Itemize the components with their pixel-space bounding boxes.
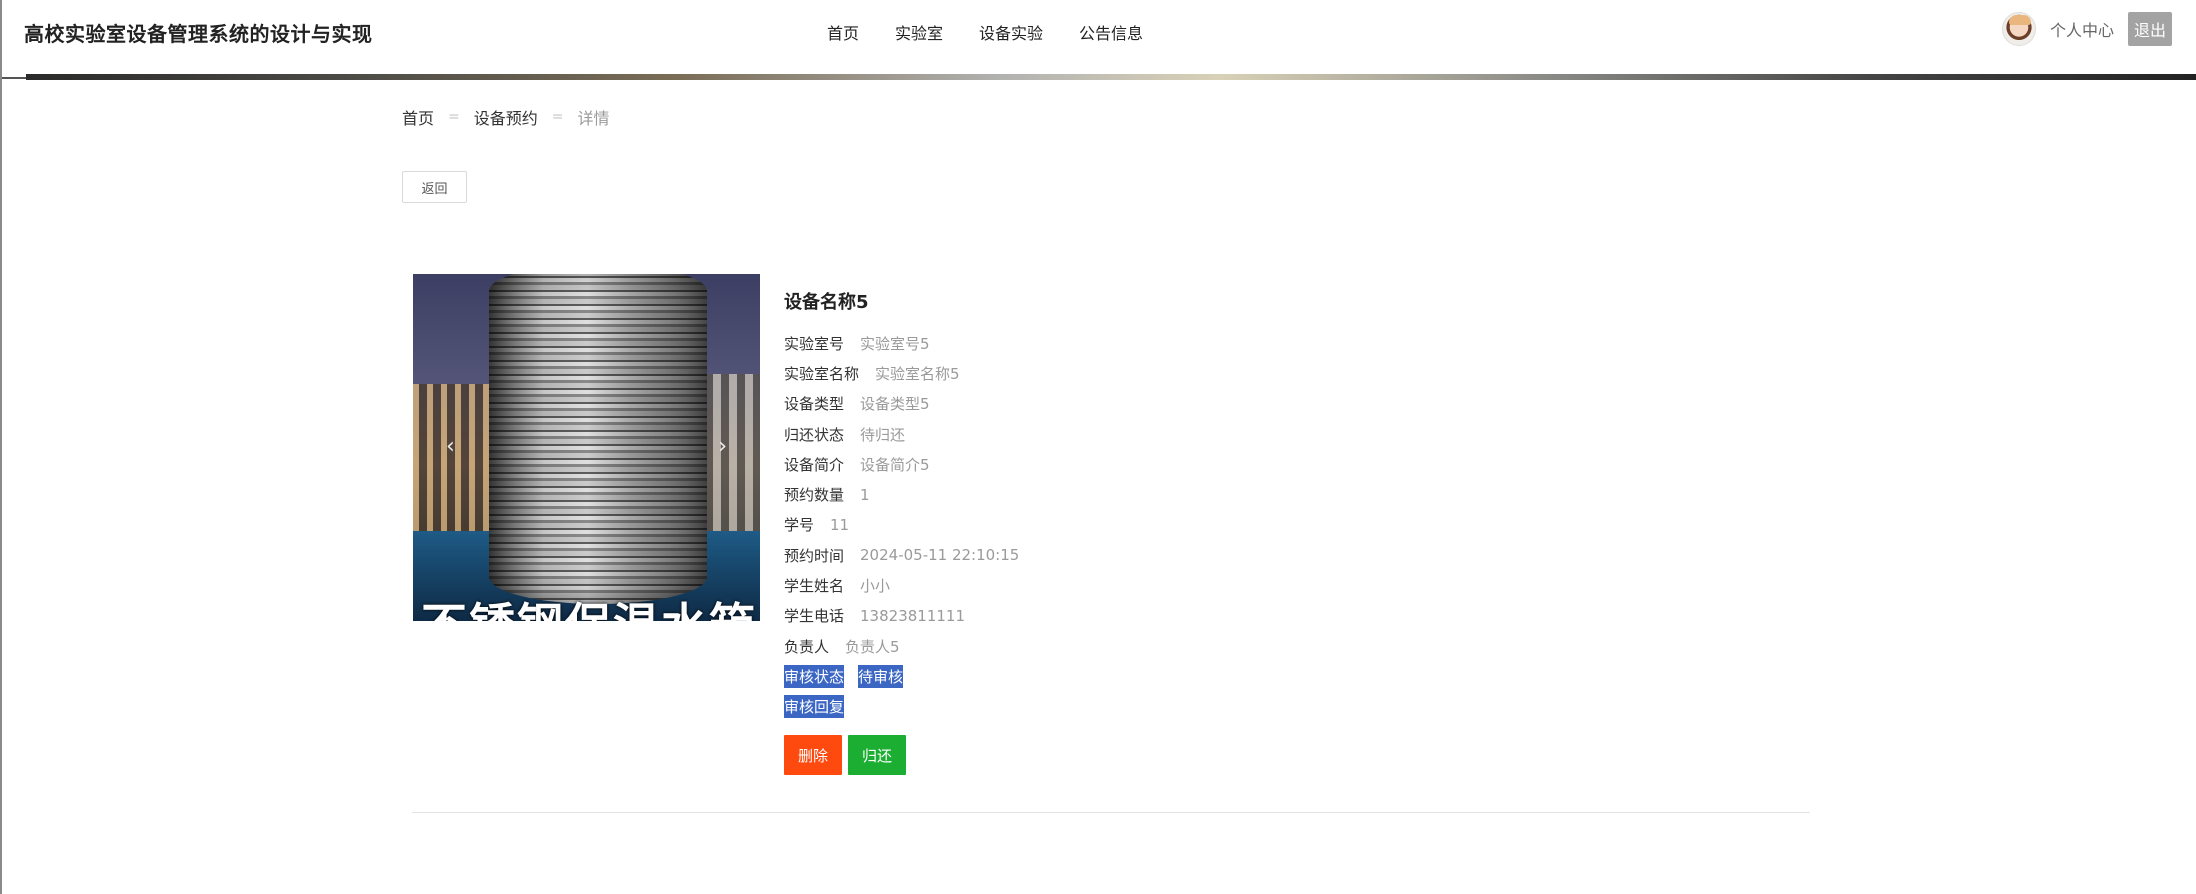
- field-value: 13823811111: [860, 606, 965, 625]
- field-label: 实验室号: [784, 334, 845, 353]
- field-value: 11: [830, 515, 850, 534]
- field-label: 审核回复: [784, 695, 845, 719]
- image-carousel[interactable]: 不锈钢保温水箱 ‹ ›: [413, 274, 760, 621]
- field-row: 实验室号 实验室号5: [784, 328, 1019, 358]
- field-value: 待审核: [858, 664, 904, 688]
- banner-strip: [26, 74, 2196, 80]
- site-title: 高校实验室设备管理系统的设计与实现: [24, 22, 373, 46]
- field-row: 归还状态 待归还: [784, 419, 1019, 449]
- field-row-review-status: 审核状态 待审核: [784, 661, 1019, 691]
- field-value: 负责人5: [845, 637, 900, 656]
- nav-item-equipment-experiment[interactable]: 设备实验: [961, 20, 1061, 44]
- divider: [412, 812, 1810, 813]
- breadcrumb-reservation[interactable]: 设备预约: [474, 105, 538, 129]
- field-label: 设备类型: [784, 395, 845, 414]
- field-row: 预约数量 1: [784, 479, 1019, 509]
- action-buttons: 删除 归还: [784, 735, 907, 775]
- banner-edge-line: [2, 77, 26, 79]
- field-row: 设备简介 设备简介5: [784, 449, 1019, 479]
- field-label: 学号: [784, 516, 815, 535]
- carousel-image-tank: [489, 274, 707, 604]
- main-nav: 首页 实验室 设备实验 公告信息: [812, 20, 1161, 44]
- breadcrumb-separator: =: [448, 109, 460, 125]
- field-value: 设备简介5: [860, 455, 930, 474]
- field-row: 学号 11: [784, 510, 1019, 540]
- field-label: 归还状态: [784, 425, 845, 444]
- field-label: 设备简介: [784, 455, 845, 474]
- field-value: 1: [860, 485, 870, 504]
- nav-item-lab[interactable]: 实验室: [877, 20, 961, 44]
- nav-item-announcements[interactable]: 公告信息: [1061, 20, 1161, 44]
- field-value: 2024-05-11 22:10:15: [860, 546, 1020, 565]
- field-value: 实验室名称5: [875, 364, 960, 383]
- field-row: 预约时间 2024-05-11 22:10:15: [784, 540, 1019, 570]
- field-label: 审核状态: [784, 664, 845, 688]
- carousel-overlay-text: 不锈钢保温水箱: [421, 589, 757, 621]
- user-center-link[interactable]: 个人中心: [2050, 17, 2114, 41]
- field-value: 设备类型5: [860, 395, 930, 414]
- return-button[interactable]: 归还: [848, 735, 907, 775]
- breadcrumb-separator: =: [551, 109, 564, 125]
- nav-item-home[interactable]: 首页: [812, 20, 877, 44]
- avatar[interactable]: [2001, 12, 2036, 46]
- field-label: 负责人: [784, 637, 830, 656]
- equipment-name-title: 设备名称5: [784, 292, 869, 313]
- breadcrumb: 首页 = 设备预约 = 详情: [402, 105, 610, 129]
- field-row: 负责人 负责人5: [784, 631, 1019, 661]
- field-label: 实验室名称: [784, 364, 860, 383]
- breadcrumb-current: 详情: [577, 109, 610, 128]
- field-row: 学生电话 13823811111: [784, 601, 1019, 631]
- field-value: 小小: [860, 577, 891, 596]
- top-header: 高校实验室设备管理系统的设计与实现 首页 实验室 设备实验 公告信息 个人中心 …: [2, 0, 2196, 74]
- field-row: 设备类型 设备类型5: [784, 389, 1019, 419]
- detail-panel: 设备名称5 实验室号 实验室号5 实验室名称 实验室名称5 设备类型 设备类型5 归还…: [784, 288, 1019, 722]
- logout-button[interactable]: 退出: [2128, 12, 2172, 46]
- field-value: 待归还: [860, 425, 906, 444]
- field-label: 预约时间: [784, 546, 845, 565]
- field-label: 学生姓名: [784, 577, 845, 596]
- field-label: 学生电话: [784, 607, 845, 626]
- chevron-left-icon[interactable]: ‹: [446, 434, 455, 459]
- delete-button[interactable]: 删除: [784, 735, 843, 775]
- field-label: 预约数量: [784, 486, 845, 505]
- field-row: 实验室名称 实验室名称5: [784, 358, 1019, 388]
- chevron-right-icon[interactable]: ›: [718, 434, 727, 459]
- field-value: 实验室号5: [860, 334, 930, 353]
- field-row-review-reply: 审核回复: [784, 692, 1019, 722]
- user-area: 个人中心 退出: [2001, 12, 2172, 46]
- back-button[interactable]: 返回: [402, 171, 467, 203]
- breadcrumb-home[interactable]: 首页: [402, 105, 434, 129]
- field-row: 学生姓名 小小: [784, 570, 1019, 600]
